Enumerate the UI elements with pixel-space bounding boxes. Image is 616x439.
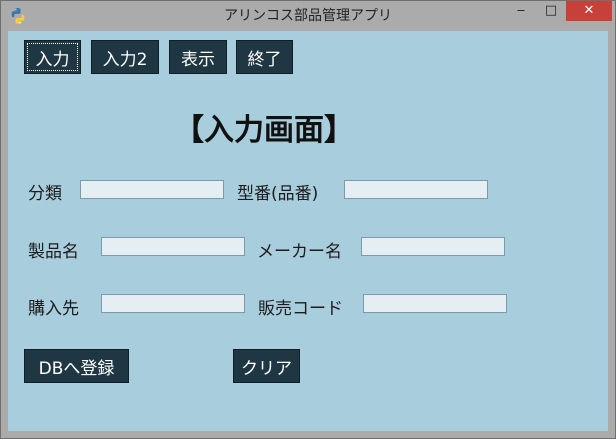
product-name-field[interactable]	[101, 237, 245, 256]
supplier-field[interactable]	[101, 294, 245, 313]
category-field[interactable]	[80, 180, 224, 199]
manufacturer-field[interactable]	[361, 237, 505, 256]
product-name-label: 製品名	[28, 242, 79, 262]
close-button[interactable]: ✕	[566, 1, 612, 21]
input-screen: 入力 入力2 表示 終了 【入力画面】 分類 型番(品番) 製品名 メーカー名 …	[8, 31, 608, 431]
supplier-label: 購入先	[28, 299, 79, 319]
clear-button[interactable]: クリア	[233, 349, 300, 383]
nav-input-button[interactable]: 入力	[24, 40, 81, 74]
app-window: アリンコス部品管理アプリ ‒ □ ✕ 入力 入力2 表示 終了 【入力画面】 分…	[0, 0, 616, 439]
category-label: 分類	[28, 184, 62, 204]
minimize-button[interactable]: ‒	[507, 1, 535, 21]
title-bar[interactable]: アリンコス部品管理アプリ ‒ □ ✕	[1, 1, 615, 31]
manufacturer-label: メーカー名	[257, 242, 342, 262]
model-number-field[interactable]	[344, 180, 488, 199]
sales-code-field[interactable]	[363, 294, 507, 313]
nav-input2-button[interactable]: 入力2	[91, 40, 159, 74]
register-db-button[interactable]: DBへ登録	[24, 349, 129, 383]
sales-code-label: 販売コード	[258, 299, 343, 319]
model-number-label: 型番(品番)	[237, 184, 319, 204]
nav-display-button[interactable]: 表示	[169, 40, 227, 74]
page-title: 【入力画面】	[174, 113, 354, 148]
maximize-button[interactable]: □	[537, 1, 565, 21]
nav-exit-button[interactable]: 終了	[236, 40, 293, 74]
